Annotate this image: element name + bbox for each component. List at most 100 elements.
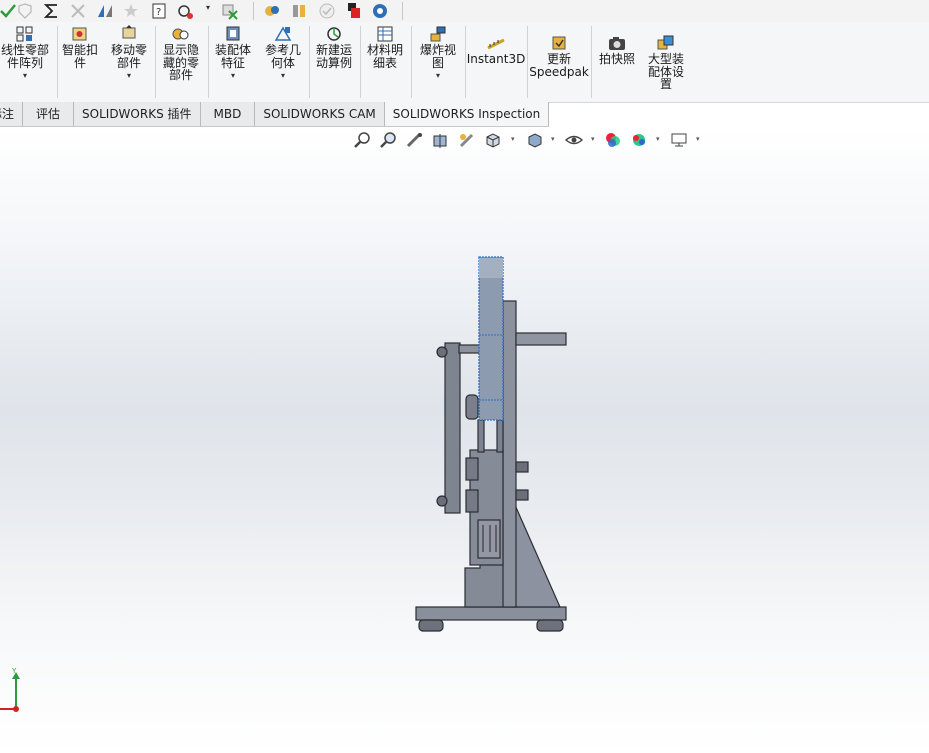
ribbon-separator bbox=[155, 26, 156, 98]
toolbar-separator bbox=[253, 2, 254, 20]
graphics-area[interactable]: ▾ ▾ ▾ ▾ ▾ Y bbox=[0, 127, 929, 753]
interference-icon[interactable] bbox=[263, 2, 281, 20]
snapshot-button[interactable]: 拍快照 bbox=[594, 34, 640, 66]
toolbar-separator bbox=[402, 2, 403, 20]
large-assembly-icon bbox=[657, 35, 674, 50]
button-label: 新建运 动算例 bbox=[315, 43, 352, 70]
ribbon-separator bbox=[208, 26, 209, 98]
check-disabled-icon[interactable] bbox=[318, 2, 336, 20]
shaft[interactable] bbox=[515, 332, 567, 346]
speedpak-icon bbox=[552, 36, 566, 50]
show-hidden-button[interactable]: 显示隐 藏的零 部件 bbox=[158, 25, 204, 82]
button-label: 装配体 特征 bbox=[214, 43, 251, 70]
housing-clamp-bottom[interactable] bbox=[465, 489, 479, 513]
ribbon-separator bbox=[309, 26, 310, 98]
button-label: 智能扣 件 bbox=[61, 43, 98, 70]
large-assembly-button[interactable]: 大型装 配体设 置 bbox=[642, 34, 690, 91]
linear-pattern-button[interactable]: 线性零部 件阵列 ▾ bbox=[0, 25, 56, 80]
move-component-icon bbox=[122, 25, 136, 39]
foot-left[interactable] bbox=[418, 619, 444, 632]
camera-icon bbox=[609, 37, 625, 50]
link-arm[interactable] bbox=[444, 342, 461, 514]
svg-text:?: ? bbox=[156, 7, 161, 18]
button-label: 拍快照 bbox=[598, 52, 635, 66]
help-doc-icon[interactable]: ? bbox=[150, 2, 168, 20]
quick-access-toolbar: ? ▾ bbox=[0, 0, 929, 23]
assembly-features-button[interactable]: 装配体 特征 ▾ bbox=[210, 25, 256, 80]
instant3d-button[interactable]: Instant3D bbox=[466, 34, 526, 66]
tab-cam[interactable]: SOLIDWORKS CAM bbox=[255, 102, 385, 126]
button-label: 移动零 部件 bbox=[110, 43, 147, 70]
gear-check-icon[interactable] bbox=[176, 2, 194, 20]
bolt-right-top[interactable] bbox=[515, 461, 529, 473]
main-post[interactable] bbox=[502, 300, 517, 608]
caret-down-icon[interactable]: ▾ bbox=[127, 71, 131, 80]
assembly-model[interactable] bbox=[0, 127, 929, 753]
caret-down-icon[interactable]: ▾ bbox=[231, 71, 235, 80]
bolt-right-bottom[interactable] bbox=[515, 489, 529, 501]
reference-geometry-button[interactable]: 参考几 何体 ▾ bbox=[260, 25, 306, 80]
origin-dot bbox=[13, 706, 19, 712]
exploded-view-button[interactable]: 爆炸视 图 ▾ bbox=[414, 25, 462, 80]
shield-icon[interactable] bbox=[16, 2, 34, 20]
foot-right[interactable] bbox=[536, 619, 564, 632]
options-icon[interactable] bbox=[371, 2, 389, 20]
x-ref-icon[interactable] bbox=[69, 2, 87, 20]
tab-addins[interactable]: SOLIDWORKS 插件 bbox=[74, 102, 201, 126]
ribbon-separator bbox=[360, 26, 361, 98]
slider-block[interactable] bbox=[477, 519, 501, 559]
clearance-icon[interactable] bbox=[290, 2, 308, 20]
command-tabs: 标注 评估 SOLIDWORKS 插件 MBD SOLIDWORKS CAM S… bbox=[0, 102, 550, 127]
mirror-icon[interactable] bbox=[96, 2, 114, 20]
ribbon-separator bbox=[527, 26, 528, 98]
rail-left[interactable] bbox=[477, 419, 485, 453]
caret-down-icon[interactable]: ▾ bbox=[281, 71, 285, 80]
tab-mbd[interactable]: MBD bbox=[201, 102, 256, 126]
close-x-icon[interactable] bbox=[221, 2, 239, 20]
ribbon-separator bbox=[411, 26, 412, 98]
tab-inspection[interactable]: SOLIDWORKS Inspection bbox=[384, 102, 550, 126]
button-label: 材料明 细表 bbox=[366, 43, 403, 70]
smart-fastener-icon bbox=[72, 27, 87, 41]
linear-pattern-icon bbox=[16, 26, 33, 42]
tab-evaluate[interactable]: 评估 bbox=[23, 102, 75, 126]
bolt-top-left[interactable] bbox=[436, 346, 448, 358]
ribbon-separator bbox=[591, 26, 592, 98]
coordinate-triad: Y bbox=[0, 667, 20, 712]
new-motion-study-button[interactable]: 新建运 动算例 bbox=[311, 25, 357, 69]
star-icon[interactable] bbox=[122, 2, 140, 20]
button-label: Instant3D bbox=[466, 52, 526, 66]
caret-down-icon[interactable]: ▾ bbox=[23, 71, 27, 80]
button-label: 显示隐 藏的零 部件 bbox=[162, 43, 199, 82]
housing-clamp-top[interactable] bbox=[465, 457, 479, 481]
tab-annotation[interactable]: 标注 bbox=[0, 102, 24, 126]
gusset[interactable] bbox=[514, 504, 561, 608]
button-label: 大型装 配体设 置 bbox=[647, 52, 684, 91]
y-label: Y bbox=[11, 667, 17, 675]
caret-down-icon[interactable]: ▾ bbox=[436, 71, 440, 80]
bom-button[interactable]: 材料明 细表 bbox=[362, 25, 408, 69]
instant3d-icon bbox=[487, 38, 505, 50]
exploded-view-icon bbox=[430, 26, 446, 42]
button-label: 参考几 何体 bbox=[264, 43, 301, 70]
sum-icon[interactable] bbox=[43, 2, 61, 20]
base-plate[interactable] bbox=[415, 606, 567, 621]
move-component-button[interactable]: 移动零 部件 ▾ bbox=[106, 25, 152, 80]
smart-fastener-button[interactable]: 智能扣 件 bbox=[58, 25, 102, 69]
button-label: 爆炸视 图 bbox=[419, 43, 456, 70]
update-speedpak-button[interactable]: 更新 Speedpak bbox=[529, 34, 589, 79]
bolt-bottom-left[interactable] bbox=[436, 495, 448, 507]
command-manager-ribbon: 线性零部 件阵列 ▾ 智能扣 件 移动零 部件 ▾ 显示隐 藏的零 部件 装配体… bbox=[0, 22, 929, 103]
bom-icon bbox=[377, 26, 393, 42]
dropdown-caret-icon[interactable]: ▾ bbox=[206, 3, 210, 12]
motion-study-icon bbox=[327, 27, 341, 41]
button-label: 线性零部 件阵列 bbox=[0, 43, 49, 70]
rail-right[interactable] bbox=[496, 419, 504, 453]
show-hidden-icon bbox=[172, 28, 189, 40]
reference-geometry-icon bbox=[274, 26, 292, 41]
button-label: 更新 Speedpak bbox=[529, 52, 589, 79]
assembly-feature-icon bbox=[226, 26, 240, 41]
hub[interactable] bbox=[465, 394, 479, 420]
rebuild-icon[interactable] bbox=[345, 2, 363, 20]
wheel-selected[interactable] bbox=[478, 256, 504, 421]
